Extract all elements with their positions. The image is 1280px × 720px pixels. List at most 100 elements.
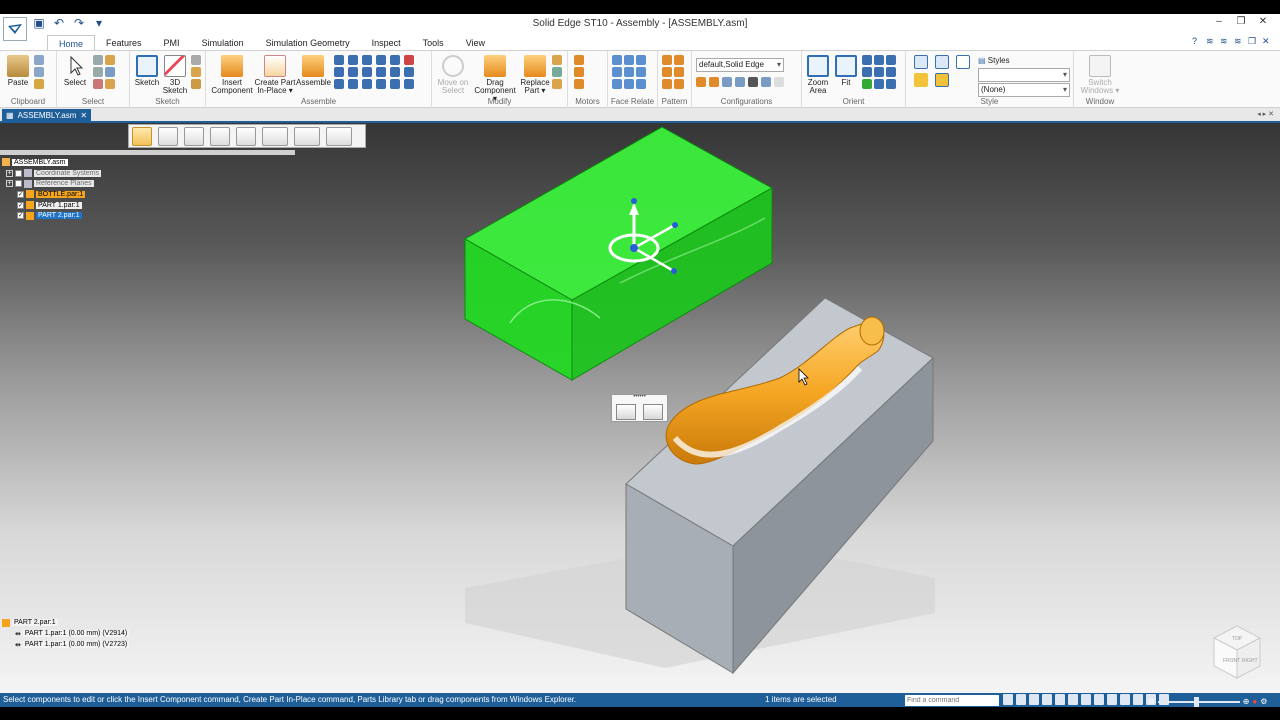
bottom-black-band — [0, 707, 1280, 720]
minimize-button[interactable]: – — [1208, 16, 1230, 27]
assemble-group: Insert Component Create Part In-Place ▾ … — [206, 51, 432, 108]
display-dropdown-icon[interactable] — [294, 127, 320, 146]
part-2-green-block[interactable] — [463, 126, 774, 381]
tab-inspect[interactable]: Inspect — [361, 35, 412, 51]
modify-small-buttons — [552, 55, 562, 89]
style-select[interactable] — [978, 68, 1070, 82]
format-painter-icon[interactable] — [34, 79, 44, 89]
zoom-area-icon[interactable] — [1016, 694, 1026, 705]
tab-home[interactable]: Home — [47, 35, 96, 51]
ribbon-option-icon[interactable]: ≋ — [1206, 36, 1216, 46]
ribbon: Paste Clipboard Select Select Sketch 3D … — [0, 50, 1280, 108]
view-cube-front-label: FRONT — [1223, 658, 1240, 664]
fit-icon — [835, 55, 857, 77]
tab-simulation-geometry[interactable]: Simulation Geometry — [255, 35, 361, 51]
tab-scroll-arrows[interactable]: ◂ ▸ ✕ — [1257, 110, 1274, 118]
drag-component-button[interactable]: Drag Component ▾ — [472, 55, 518, 103]
view-cube[interactable]: TOP FRONT RIGHT — [1208, 622, 1266, 682]
paste-button[interactable]: Paste — [6, 55, 30, 87]
add-component-icon[interactable] — [184, 127, 204, 146]
create-part-in-place-button[interactable]: Create Part In-Place ▾ — [254, 55, 296, 95]
insert-component-button[interactable]: Insert Component — [210, 55, 254, 95]
styles-label[interactable]: ▤ Styles — [978, 56, 1010, 65]
tab-view[interactable]: View — [455, 35, 496, 51]
replace-part-button[interactable]: Replace Part ▾ — [518, 55, 552, 95]
top-black-band — [0, 0, 1280, 14]
close-button[interactable]: ✕ — [1252, 16, 1274, 27]
command-bar-grip[interactable]: •••••• — [612, 394, 667, 400]
visibility-checkbox[interactable]: ✓ — [17, 212, 24, 220]
relationship-header[interactable]: PART 2.par:1 — [2, 617, 129, 628]
tree-root[interactable]: ASSEMBLY.asm — [2, 157, 101, 168]
relationship-row[interactable]: ⇹ PART 1.par:1 (0.00 mm) (V2914) — [2, 628, 130, 639]
3d-sketch-button[interactable]: 3D Sketch — [162, 55, 188, 95]
tab-pmi[interactable]: PMI — [153, 35, 191, 51]
zoom-track[interactable] — [1157, 697, 1240, 707]
pan-icon[interactable] — [1055, 694, 1065, 705]
select-button[interactable]: Select — [63, 55, 87, 87]
close-doc-icon[interactable]: ✕ — [1262, 36, 1272, 46]
fit-button[interactable]: Fit — [834, 55, 858, 87]
list-select-icon[interactable] — [236, 127, 256, 146]
style-none-select[interactable]: (None) — [978, 83, 1070, 97]
visibility-checkbox[interactable] — [15, 180, 22, 188]
face-relate-label: Face Relate — [610, 97, 655, 106]
motors-group: Motors — [568, 51, 608, 108]
section-icon[interactable] — [1120, 694, 1130, 705]
zoom-icon[interactable] — [1029, 694, 1039, 705]
orient-group: Zoom Area Fit Orient — [802, 51, 906, 108]
shaded-icon[interactable] — [1107, 694, 1117, 705]
part-icon — [2, 618, 10, 627]
show-relationships-icon[interactable] — [643, 404, 663, 420]
select-label: Select — [81, 97, 105, 106]
maximize-button[interactable]: ❐ — [1230, 16, 1252, 27]
view-cube-right-label: RIGHT — [1242, 658, 1258, 664]
view-orient-icon[interactable] — [1133, 694, 1143, 705]
zoom-thumb[interactable] — [1193, 697, 1199, 707]
window-select-icon[interactable] — [158, 127, 178, 146]
select-tool-icon[interactable] — [132, 127, 152, 146]
help-icon[interactable]: ? — [1192, 36, 1202, 46]
expand-icon[interactable]: + — [6, 169, 13, 177]
filter-dropdown-icon[interactable] — [262, 127, 288, 146]
component-select-icon[interactable] — [210, 127, 230, 146]
find-arrow-icon[interactable] — [1003, 694, 1013, 705]
visibility-checkbox[interactable] — [15, 169, 22, 177]
edit-definition-icon[interactable] — [616, 404, 636, 420]
visibility-checkbox[interactable]: ✓ — [17, 190, 24, 198]
status-view-tools — [1003, 694, 1169, 705]
sketch-view-icon[interactable] — [1081, 694, 1091, 705]
tab-simulation[interactable]: Simulation — [191, 35, 255, 51]
zoom-area-button[interactable]: Zoom Area — [806, 55, 830, 95]
rotate-icon[interactable] — [1068, 694, 1078, 705]
move-on-select-button[interactable]: Move on Select — [436, 55, 470, 95]
restore-icon[interactable]: ❐ — [1248, 36, 1258, 46]
view-style-icon[interactable] — [1094, 694, 1104, 705]
pathfinder-splitter[interactable] — [0, 150, 295, 155]
close-tab-icon[interactable]: ✕ — [80, 109, 87, 123]
switch-windows-button[interactable]: Switch Windows ▾ — [1078, 55, 1122, 95]
visibility-checkbox[interactable]: ✓ — [17, 201, 24, 209]
command-finder-input[interactable] — [905, 695, 999, 706]
configuration-select[interactable]: default,Solid Edge — [696, 58, 784, 72]
document-tab[interactable]: ▦ ASSEMBLY.asm ✕ — [2, 109, 92, 123]
tree-item-reference-planes[interactable]: + Reference Planes — [2, 178, 101, 189]
fit-icon[interactable] — [1042, 694, 1052, 705]
ribbon-option-icon-2[interactable]: ≋ — [1220, 36, 1230, 46]
tree-item-part-1[interactable]: ✓ PART 1.par:1 — [2, 200, 101, 211]
relationship-row[interactable]: ⇹ PART 1.par:1 (0.00 mm) (V2723) — [2, 639, 130, 650]
tree-item-coordinate-systems[interactable]: + Coordinate Systems — [2, 168, 102, 179]
cut-icon[interactable] — [34, 55, 44, 65]
assemble-button[interactable]: Assemble — [296, 55, 331, 87]
tab-features[interactable]: Features — [95, 35, 153, 51]
sketch-button[interactable]: Sketch — [134, 55, 160, 87]
ribbon-option-icon-3[interactable]: ≋ — [1234, 36, 1244, 46]
selection-mode-icon[interactable] — [326, 127, 352, 146]
style-group: ▤ Styles (None) Style — [906, 51, 1074, 108]
tree-item-bottle[interactable]: ✓ BOTTLE.par:1 — [2, 189, 101, 200]
tree-item-part-2[interactable]: ✓ PART 2.par:1 — [2, 210, 101, 221]
tab-tools[interactable]: Tools — [412, 35, 455, 51]
copy-icon[interactable] — [34, 67, 44, 77]
selection-count: 1 items are selected — [765, 695, 837, 704]
expand-icon[interactable]: + — [6, 180, 13, 188]
